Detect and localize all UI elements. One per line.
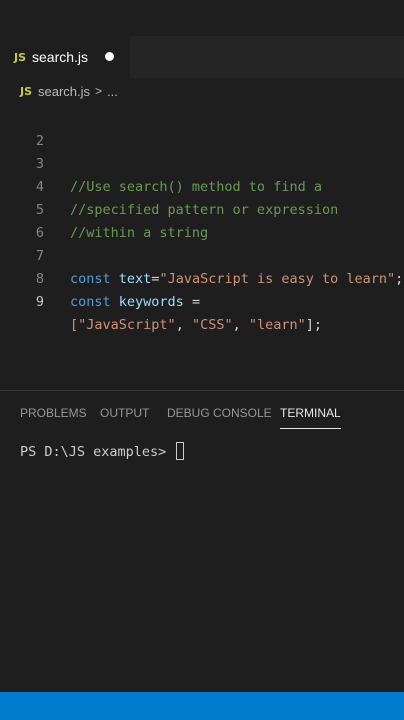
comma: , (232, 317, 249, 333)
editor-tab-bar: JS search.js (0, 36, 404, 78)
code-line: 4 //specified pattern or expression (0, 153, 404, 218)
tab-debug-console[interactable]: DEBUG CONSOLE (167, 398, 272, 428)
breadcrumb-more[interactable]: ... (107, 84, 118, 99)
chevron-right-icon: > (95, 84, 103, 98)
terminal-output[interactable]: PS D:\JS examples> (20, 442, 185, 460)
assign-operator: = (191, 294, 201, 310)
terminal-cursor (176, 442, 185, 460)
js-file-icon: JS (20, 84, 33, 98)
tab-problems[interactable]: PROBLEMS (20, 398, 87, 428)
string-literal: "CSS" (191, 317, 233, 333)
panel-divider[interactable] (0, 390, 404, 391)
unsaved-dot-icon[interactable] (105, 52, 114, 61)
title-area (0, 0, 404, 36)
line-number: 9 (35, 294, 44, 310)
status-bar (0, 692, 404, 720)
code-text: ["JavaScript", "CSS", "learn"]; (70, 314, 322, 337)
code-line: 8 const keywords = (0, 245, 404, 310)
js-file-icon: JS (14, 50, 27, 64)
breadcrumb-file[interactable]: search.js (38, 84, 90, 99)
keyword-const: const (70, 294, 111, 310)
tab-output[interactable]: OUTPUT (100, 398, 149, 428)
terminal-prompt: PS D:\JS examples> (20, 444, 175, 460)
comma: , (175, 317, 192, 333)
code-line: 7 const text="JavaScript is easy to lear… (0, 222, 404, 287)
bracket-close: ]; (305, 317, 323, 333)
breadcrumb: JS search.js > ... (0, 78, 404, 104)
code-line: 5 //within a string (0, 176, 404, 241)
variable-keywords: keywords (118, 294, 184, 310)
string-literal: "learn" (248, 317, 306, 333)
tab-search-js[interactable]: JS search.js (0, 36, 130, 78)
code-text: const keywords = (70, 291, 200, 314)
panel-tab-bar: PROBLEMS OUTPUT DEBUG CONSOLE TERMINAL (0, 398, 404, 434)
code-editor[interactable]: 2 3 //Use search() method to find a 4 //… (0, 106, 404, 390)
code-line: 2 (0, 107, 404, 149)
code-line-current: 9 ["JavaScript", "CSS", "learn"]; (0, 268, 404, 333)
code-line: 6 (0, 199, 404, 241)
tab-terminal[interactable]: TERMINAL (280, 398, 341, 429)
tab-label: search.js (32, 49, 89, 65)
bracket-open: [ (70, 317, 79, 333)
code-line: 3 //Use search() method to find a (0, 130, 404, 195)
string-literal: "JavaScript" (78, 317, 176, 333)
